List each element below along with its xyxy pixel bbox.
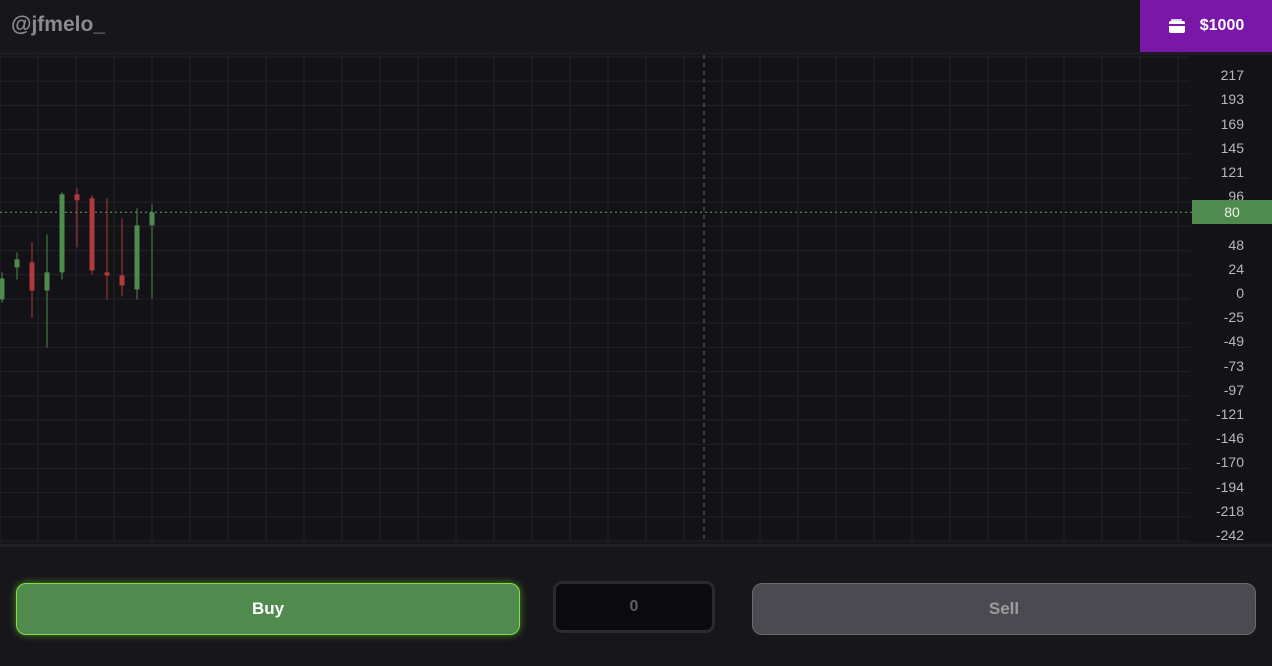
candle xyxy=(0,272,5,303)
candle xyxy=(74,188,80,248)
candle-body xyxy=(89,198,95,271)
candle xyxy=(59,192,65,280)
chart-canvas xyxy=(0,55,1192,542)
y-tick-label: -242 xyxy=(1215,527,1244,543)
sell-button[interactable]: Sell xyxy=(752,583,1256,635)
current-price-label: 80 xyxy=(1192,200,1272,225)
candle-body xyxy=(134,225,140,290)
candle xyxy=(44,234,50,348)
y-tick-label: -194 xyxy=(1215,479,1244,495)
y-tick-label: 0 xyxy=(1236,285,1244,301)
y-tick-label: -218 xyxy=(1215,503,1244,519)
y-tick-label: -49 xyxy=(1223,333,1244,349)
candle xyxy=(149,204,155,299)
candle xyxy=(14,252,20,280)
candle-body xyxy=(0,278,5,300)
candle xyxy=(89,195,95,275)
quantity-field[interactable]: 0 xyxy=(553,581,715,633)
trade-controls: Buy 0 Sell xyxy=(0,547,1272,666)
candle-body xyxy=(29,262,35,291)
candle-body xyxy=(104,272,110,276)
y-tick-label: -170 xyxy=(1215,454,1244,470)
buy-button[interactable]: Buy xyxy=(16,583,520,635)
candle xyxy=(104,198,110,300)
y-tick-label: -73 xyxy=(1223,358,1244,374)
candle xyxy=(119,218,125,297)
y-tick-label: -97 xyxy=(1223,382,1244,398)
candle-body xyxy=(74,194,80,201)
y-tick-label: 145 xyxy=(1220,140,1244,156)
y-tick-label: -121 xyxy=(1215,406,1244,422)
y-tick-label: -146 xyxy=(1215,430,1244,446)
candle xyxy=(134,208,140,300)
username: @jfmelo_ xyxy=(11,13,105,36)
wallet-balance: $1000 xyxy=(1199,17,1245,34)
candle xyxy=(29,242,35,318)
top-bar: @jfmelo_ $1000 xyxy=(0,0,1272,52)
wallet-balance-button[interactable]: $1000 xyxy=(1140,0,1272,52)
y-tick-label: 193 xyxy=(1220,91,1244,107)
y-tick-label: 169 xyxy=(1220,115,1244,132)
candle-body xyxy=(59,194,65,273)
candle-body xyxy=(44,272,50,291)
y-tick-label: -25 xyxy=(1223,309,1244,325)
wallet-icon xyxy=(1168,19,1185,33)
y-tick-label: 121 xyxy=(1220,164,1244,180)
y-tick-label: 24 xyxy=(1228,261,1244,277)
candle-body xyxy=(149,212,155,226)
price-chart[interactable]: 217 193 169 145 121 96 48 24 0 -25 -49 -73 -97 -121 -1… xyxy=(0,55,1272,543)
y-tick-label: 217 xyxy=(1220,67,1244,83)
candle-body xyxy=(119,275,125,286)
y-tick-label: 48 xyxy=(1228,237,1244,253)
candle-body xyxy=(14,259,20,268)
